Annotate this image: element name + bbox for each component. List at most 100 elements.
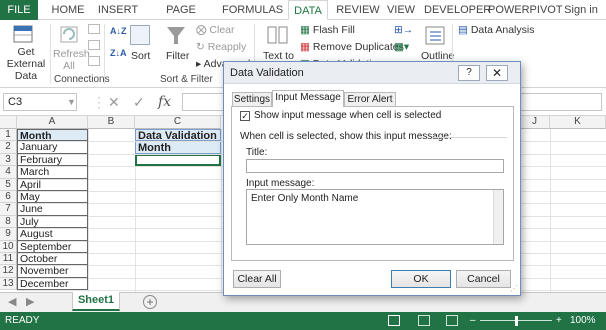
tab-settings[interactable]: Settings <box>232 92 272 106</box>
sort-ascending-button[interactable]: A↓Z <box>110 26 127 36</box>
get-external-data-button[interactable]: Get External Data <box>3 46 49 82</box>
select-all-corner[interactable] <box>0 116 17 129</box>
tab-data[interactable]: DATA <box>288 0 328 20</box>
row-header-6[interactable]: 6 <box>0 191 17 204</box>
tab-developer[interactable]: DEVELOPER <box>424 0 491 20</box>
title-input[interactable] <box>246 159 504 173</box>
sheet-tab-sheet1[interactable]: Sheet1 <box>72 292 120 311</box>
row-header-11[interactable]: 11 <box>0 253 17 266</box>
row-header-12[interactable]: 12 <box>0 265 17 278</box>
row-header-13[interactable]: 13 <box>0 277 17 291</box>
column-header-k[interactable]: K <box>550 116 606 129</box>
page-layout-view-icon[interactable] <box>418 315 430 326</box>
what-if-icon[interactable]: ▩▾ <box>394 41 409 53</box>
sort-button[interactable]: Sort <box>131 50 150 62</box>
row-header-2[interactable]: 2 <box>0 141 17 154</box>
add-sheet-icon[interactable]: + <box>143 295 157 309</box>
tab-input-message[interactable]: Input Message <box>272 90 344 107</box>
sign-in-link[interactable]: Sign in <box>560 0 602 20</box>
zoom-out-icon[interactable]: – <box>470 312 476 330</box>
page-break-view-icon[interactable] <box>446 315 458 326</box>
sort-descending-button[interactable]: Z↓A <box>110 48 127 58</box>
cell-a12[interactable]: November <box>17 265 88 278</box>
row-header-8[interactable]: 8 <box>0 215 17 229</box>
tab-insert[interactable]: INSERT <box>96 0 140 20</box>
cell-a1-header[interactable]: Month <box>17 129 88 142</box>
input-message-textarea[interactable]: Enter Only Month Name <box>246 189 504 245</box>
cell-c3-selected[interactable] <box>135 153 221 167</box>
cell-a13[interactable]: December <box>17 277 88 291</box>
help-button[interactable]: ? <box>458 65 480 81</box>
tab-file[interactable]: FILE <box>0 0 38 20</box>
connections-icon[interactable] <box>88 24 100 34</box>
cell-a5[interactable]: April <box>17 178 88 191</box>
name-box-dropdown-icon[interactable]: ▼ <box>67 93 76 111</box>
text-to-columns-icon <box>267 26 288 44</box>
flash-fill-button[interactable]: ▦ Flash Fill <box>300 24 355 36</box>
properties-icon[interactable] <box>88 40 100 50</box>
insert-function-icon[interactable]: fx <box>158 93 171 111</box>
cell-a7[interactable]: June <box>17 203 88 216</box>
cell-c2[interactable]: Month <box>135 141 221 154</box>
refresh-all-button[interactable]: Refresh All <box>53 48 90 72</box>
cell-a10[interactable]: September <box>17 240 88 253</box>
filter-button[interactable]: Filter <box>166 50 189 62</box>
cell-a3[interactable]: February <box>17 153 88 167</box>
column-header-a[interactable]: A <box>17 116 88 129</box>
tab-powerpivot[interactable]: POWERPIVOT <box>488 0 563 20</box>
zoom-level[interactable]: 100% <box>570 312 596 330</box>
cell-a2[interactable]: January <box>17 141 88 154</box>
cancel-button[interactable]: Cancel <box>456 270 511 288</box>
sort-filter-group-label: Sort & Filter <box>160 74 213 85</box>
ok-button[interactable]: OK <box>391 270 451 288</box>
tab-error-alert[interactable]: Error Alert <box>344 92 396 106</box>
row-header-7[interactable]: 7 <box>0 203 17 216</box>
consolidate-icon[interactable]: ⊞→ <box>394 24 413 36</box>
row-header-3[interactable]: 3 <box>0 153 17 167</box>
row-header-4[interactable]: 4 <box>0 166 17 179</box>
data-analysis-button[interactable]: ▤ Data Analysis <box>458 24 534 36</box>
column-header-j[interactable]: J <box>520 116 550 129</box>
tab-home[interactable]: HOME <box>48 0 88 20</box>
close-icon[interactable]: ✕ <box>486 65 508 81</box>
resize-grip-icon[interactable]: ⋰ <box>510 284 518 293</box>
connections-group-label: Connections <box>54 74 110 85</box>
cell-a11[interactable]: October <box>17 253 88 266</box>
show-message-label[interactable]: Show input message when cell is selected <box>254 110 441 121</box>
tab-review[interactable]: REVIEW <box>334 0 382 20</box>
column-header-c[interactable]: C <box>135 116 221 129</box>
cancel-icon[interactable]: ✕ <box>108 93 120 111</box>
clear-filter-button[interactable]: ⨂ Clear <box>196 24 235 36</box>
ribbon-tab-bar: FILE HOME INSERT PAGE LAYOUT FORMULAS DA… <box>0 0 606 36</box>
zoom-in-icon[interactable]: + <box>556 312 562 330</box>
name-box[interactable]: C3 <box>3 93 77 111</box>
cell-a8[interactable]: July <box>17 215 88 229</box>
row-header-9[interactable]: 9 <box>0 228 17 241</box>
cell-a9[interactable]: August <box>17 228 88 241</box>
textarea-scrollbar[interactable] <box>493 190 503 244</box>
clear-all-button[interactable]: Clear All <box>233 270 281 288</box>
normal-view-icon[interactable] <box>388 315 400 326</box>
flash-fill-icon: ▦ <box>300 24 310 36</box>
edit-links-icon[interactable] <box>88 56 100 66</box>
tab-page-layout[interactable]: PAGE LAYOUT <box>147 0 215 36</box>
next-sheet-icon[interactable]: ▶ <box>26 295 34 308</box>
dialog-title: Data Validation <box>230 67 304 79</box>
show-message-checkbox[interactable]: ✓ <box>240 111 250 121</box>
column-header-b[interactable]: B <box>88 116 135 129</box>
reapply-button[interactable]: ↻ Reapply <box>196 41 246 53</box>
zoom-slider-thumb[interactable] <box>515 316 518 326</box>
row-header-10[interactable]: 10 <box>0 240 17 253</box>
cell-a4[interactable]: March <box>17 166 88 179</box>
group-label: When cell is selected, show this input m… <box>240 131 452 142</box>
cell-a6[interactable]: May <box>17 191 88 204</box>
prev-sheet-icon[interactable]: ◀ <box>8 295 16 308</box>
cell-c1[interactable]: Data Validation <box>135 129 221 142</box>
row-header-5[interactable]: 5 <box>0 178 17 191</box>
tab-formulas[interactable]: FORMULAS <box>222 0 283 20</box>
reapply-label: Reapply <box>207 41 247 53</box>
row-header-1[interactable]: 1 <box>0 129 17 142</box>
remove-duplicates-button[interactable]: ▦ Remove Duplicates <box>300 41 404 53</box>
tab-view[interactable]: VIEW <box>386 0 416 20</box>
enter-icon[interactable]: ✓ <box>133 93 145 111</box>
